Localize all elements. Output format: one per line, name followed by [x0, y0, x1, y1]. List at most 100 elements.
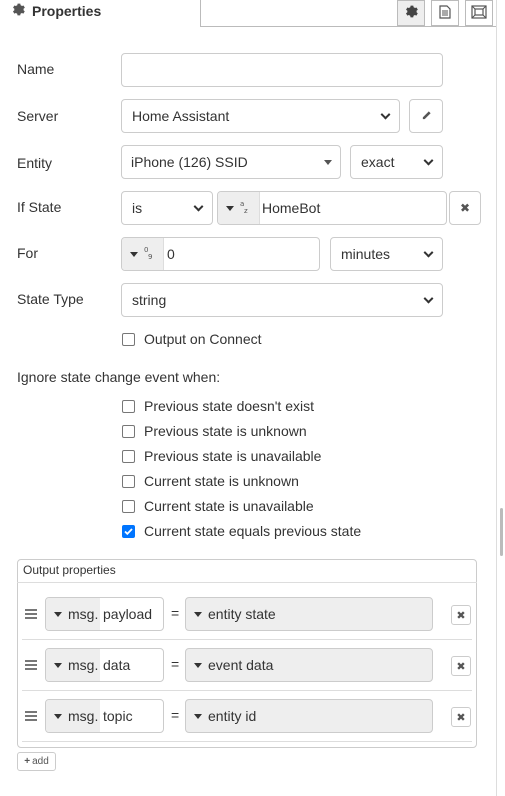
caret-down-icon: [194, 662, 202, 668]
tab-node-properties[interactable]: [397, 0, 425, 26]
if-state-operator-value: is: [132, 200, 143, 216]
msg-prefix: msg.: [68, 657, 99, 673]
msg-prefix: msg.: [68, 606, 99, 622]
gear-icon: [405, 5, 418, 21]
string-type-icon: az: [240, 200, 250, 216]
msg-type-selector[interactable]: msg.: [46, 700, 100, 732]
close-icon: ✖: [456, 609, 466, 622]
frame-icon: [471, 4, 487, 22]
server-label: Server: [17, 108, 59, 124]
ignore-heading: Ignore state change event when:: [17, 369, 221, 385]
ignore-checkbox[interactable]: [122, 425, 135, 438]
value-input[interactable]: event data: [185, 648, 433, 682]
chevron-down-icon: [423, 155, 434, 166]
property-value: entity id: [208, 708, 257, 724]
gear-icon: [12, 3, 25, 19]
svg-text:z: z: [244, 207, 248, 214]
if-state-typed-input[interactable]: az HomeBot: [217, 191, 447, 225]
equals-sign: =: [171, 656, 180, 672]
caret-down-icon: [194, 611, 202, 617]
caret-down-icon: [226, 205, 234, 211]
pencil-icon: [421, 108, 432, 124]
if-state-operator-select[interactable]: is: [121, 191, 213, 225]
remove-row-button[interactable]: ✖: [451, 656, 471, 676]
type-selector-button[interactable]: az: [218, 192, 260, 224]
for-label: For: [17, 245, 38, 261]
edit-server-button[interactable]: [409, 99, 443, 133]
msg-type-selector[interactable]: msg.: [46, 649, 100, 681]
property-value: entity state: [208, 606, 276, 622]
property-input[interactable]: msg. data: [45, 648, 164, 682]
msg-type-selector[interactable]: msg.: [46, 598, 100, 630]
for-unit-value: minutes: [341, 246, 391, 262]
entity-match-select[interactable]: exact: [350, 145, 443, 179]
entity-combobox[interactable]: iPhone (126) SSID: [121, 145, 341, 179]
add-label: add: [32, 756, 49, 767]
output-properties-title: Output properties: [23, 563, 116, 577]
entity-value: iPhone (126) SSID: [131, 154, 248, 170]
name-label: Name: [17, 61, 55, 77]
ignore-option-label: Previous state doesn't exist: [144, 398, 314, 414]
property-name: topic: [103, 708, 133, 724]
svg-text:9: 9: [148, 253, 152, 260]
for-typed-input[interactable]: 09 0: [121, 237, 320, 271]
property-value: event data: [208, 657, 274, 673]
close-icon: ✖: [456, 711, 466, 724]
property-name: data: [103, 657, 131, 673]
close-icon: ✖: [456, 660, 466, 673]
scrollbar-thumb[interactable]: [500, 508, 503, 556]
ignore-checkbox[interactable]: [122, 475, 135, 488]
ignore-checkbox[interactable]: [122, 400, 135, 413]
ignore-option-label: Current state equals previous state: [144, 523, 362, 539]
state-type-value: string: [132, 292, 167, 308]
ignore-checkbox[interactable]: [122, 450, 135, 463]
for-unit-select[interactable]: minutes: [330, 237, 443, 271]
caret-down-icon: [194, 713, 202, 719]
clear-if-state-button[interactable]: ✖: [449, 191, 481, 225]
drag-handle-icon[interactable]: [25, 660, 37, 670]
chevron-down-icon: [380, 109, 391, 120]
type-selector-button[interactable]: 09: [122, 238, 164, 270]
property-input[interactable]: msg. topic: [45, 699, 164, 733]
ignore-checkbox-checked[interactable]: [122, 525, 135, 538]
equals-sign: =: [171, 707, 180, 723]
add-property-button[interactable]: + add: [17, 752, 56, 771]
msg-prefix: msg.: [68, 708, 99, 724]
name-input[interactable]: [121, 53, 443, 87]
remove-row-button[interactable]: ✖: [451, 707, 471, 727]
chevron-down-icon: [193, 201, 204, 212]
drag-handle-icon[interactable]: [25, 711, 37, 721]
caret-down-icon: [54, 611, 62, 617]
value-input[interactable]: entity id: [185, 699, 433, 733]
close-icon: ✖: [459, 201, 471, 215]
caret-down-icon: [130, 251, 138, 257]
chevron-down-icon: [423, 293, 434, 304]
panel-border: [496, 0, 497, 796]
ignore-option-label: Current state is unknown: [144, 473, 299, 489]
row-divider: [22, 639, 472, 640]
if-state-value: HomeBot: [262, 200, 321, 216]
ignore-option-label: Previous state is unknown: [144, 423, 307, 439]
caret-down-icon: [54, 713, 62, 719]
entity-label: Entity: [17, 155, 53, 171]
output-on-connect-checkbox[interactable]: [122, 333, 135, 346]
caret-down-icon: [54, 662, 62, 668]
document-icon: [439, 4, 451, 22]
property-input[interactable]: msg. payload: [45, 597, 164, 631]
tab-description[interactable]: [431, 0, 459, 26]
ignore-option-label: Current state is unavailable: [144, 498, 314, 514]
server-select[interactable]: Home Assistant: [121, 99, 400, 133]
value-input[interactable]: entity state: [185, 597, 433, 631]
ignore-checkbox[interactable]: [122, 500, 135, 513]
property-name: payload: [103, 606, 153, 622]
entity-match-value: exact: [361, 154, 395, 170]
header-divider: [200, 0, 201, 27]
remove-row-button[interactable]: ✖: [451, 605, 471, 625]
server-value: Home Assistant: [132, 108, 230, 124]
for-value: 0: [167, 246, 175, 262]
state-type-select[interactable]: string: [121, 283, 443, 317]
equals-sign: =: [171, 605, 180, 621]
tab-appearance[interactable]: [465, 0, 493, 26]
state-type-label: State Type: [17, 291, 84, 307]
drag-handle-icon[interactable]: [25, 609, 37, 619]
